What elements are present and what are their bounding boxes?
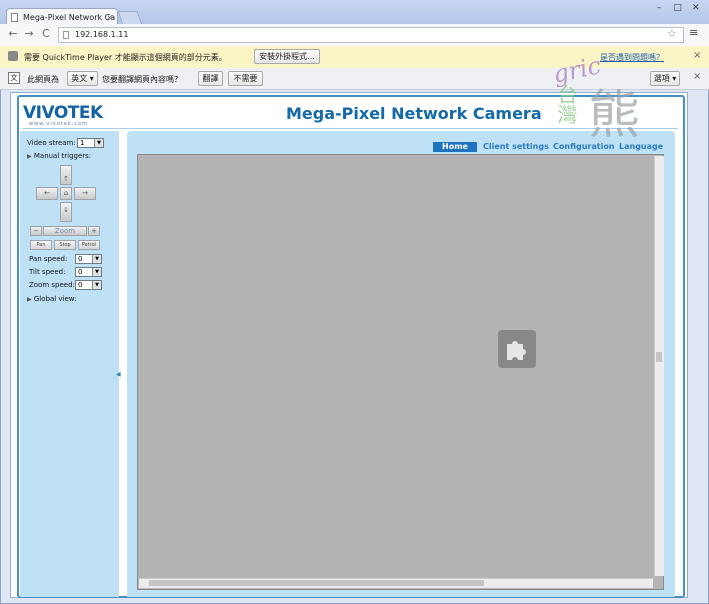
watermark-tw: 台灣 [554,84,578,124]
pan-speed-value: 0 [78,255,83,263]
url-text: 192.168.1.11 [75,30,129,39]
zoom-in-button[interactable]: + [88,226,100,236]
video-stream-label: Video stream: [27,139,76,147]
translate-question: 您要翻譯網頁內容嗎？ [102,75,182,84]
missing-plugin-puzzle-icon[interactable] [498,330,536,368]
tilt-down-button[interactable]: ↓ [60,202,72,222]
vivotek-logo-sub: www.vivotek.com [29,121,88,127]
zoom-speed-select[interactable]: 0 ▼ [75,280,102,290]
tilt-up-button[interactable]: ↑ [60,165,72,185]
browser-tab[interactable]: Mega-Pixel Network Ca × [6,8,118,25]
tilt-speed-label: Tilt speed: [29,268,66,276]
manual-triggers[interactable]: ▶ Manual triggers: [27,152,91,160]
page-icon [63,31,69,39]
triangle-right-icon: ▶ [27,296,32,303]
zoom-speed-value: 0 [78,281,83,289]
chevron-down-icon: ▼ [94,139,103,147]
triangle-right-icon: ▶ [27,153,32,160]
translate-close-icon[interactable]: × [693,71,701,82]
plugin-infobar: 需要 QuickTime Player 才能顯示這個網頁的部分元素。 安裝外掛程… [0,46,709,69]
install-plugin-button[interactable]: 安裝外掛程式... [254,49,320,64]
options-button[interactable]: 選項 ▾ [650,71,680,86]
video-viewer[interactable] [137,154,664,590]
address-bar[interactable]: 192.168.1.11 [58,27,684,43]
chevron-down-icon: ▼ [92,281,101,289]
nav-client-settings[interactable]: Client settings [483,142,549,151]
pan-right-button[interactable]: → [74,187,96,200]
chevron-down-icon: ▼ [92,268,101,276]
reload-button[interactable]: C [39,27,53,41]
nav-home[interactable]: Home [433,142,477,152]
pan-left-button[interactable]: ← [36,187,58,200]
minimize-button[interactable]: – [652,3,666,13]
back-button[interactable]: ← [6,27,20,41]
patrol-button[interactable]: Patrol [78,240,100,250]
tilt-speed-value: 0 [78,268,83,276]
close-window-button[interactable]: ✕ [689,3,703,13]
zoom-label: Zoom [43,226,87,236]
window-controls: – □ ✕ [650,0,705,16]
puzzle-icon [8,51,18,61]
page-title: Mega-Pixel Network Camera [286,104,542,123]
vivotek-logo: VIVOTEK [23,103,103,123]
options-label: 選項 [653,74,670,83]
tab-title: Mega-Pixel Network Ca [23,13,116,22]
tilt-speed-select[interactable]: 0 ▼ [75,267,102,277]
tab-close-icon[interactable]: × [106,9,113,25]
pan-button[interactable]: Pan [30,240,52,250]
pan-speed-label: Pan speed: [29,255,68,263]
scroll-thumb[interactable] [149,580,484,586]
page-icon [11,13,18,22]
plugin-message: 需要 QuickTime Player 才能顯示這個網頁的部分元素。 [24,53,227,62]
manual-triggers-label: Manual triggers: [33,152,92,160]
forward-button[interactable]: → [22,27,36,41]
infobar-close-icon[interactable]: × [693,50,701,61]
home-position-button[interactable]: ⌂ [60,187,72,200]
zoom-out-button[interactable]: − [30,226,42,236]
nope-button[interactable]: 不需要 [228,71,263,86]
watermark-bear: 熊 [588,86,641,146]
translate-prefix: 此網頁為 [27,75,59,84]
stop-button[interactable]: Stop [54,240,76,250]
collapse-sidebar-icon[interactable]: ◀ [116,371,121,378]
horizontal-scrollbar[interactable] [139,578,653,588]
help-link[interactable]: 是否遇到問題嗎？ [600,52,664,63]
puzzle-icon [507,341,526,360]
video-stream-select[interactable]: 1 ▼ [77,138,104,148]
zoom-speed-label: Zoom speed: [29,281,75,289]
chrome-menu-icon[interactable]: ≡ [689,26,698,39]
language-value: 英文 [71,74,88,83]
bookmark-star-icon[interactable]: ☆ [667,27,677,40]
language-dropdown[interactable]: 英文 ▾ [67,71,98,86]
scroll-thumb[interactable] [656,352,662,362]
maximize-button[interactable]: □ [670,3,684,13]
translate-icon: 文 [8,72,20,84]
header-divider [22,128,678,129]
vertical-scrollbar[interactable] [654,156,664,576]
video-stream-value: 1 [80,139,85,147]
chevron-down-icon: ▼ [92,255,101,263]
pan-speed-select[interactable]: 0 ▼ [75,254,102,264]
translate-button[interactable]: 翻譯 [198,71,223,86]
control-sidebar [20,131,119,597]
global-view-label: Global view: [33,295,77,303]
global-view[interactable]: ▶ Global view: [27,295,77,303]
